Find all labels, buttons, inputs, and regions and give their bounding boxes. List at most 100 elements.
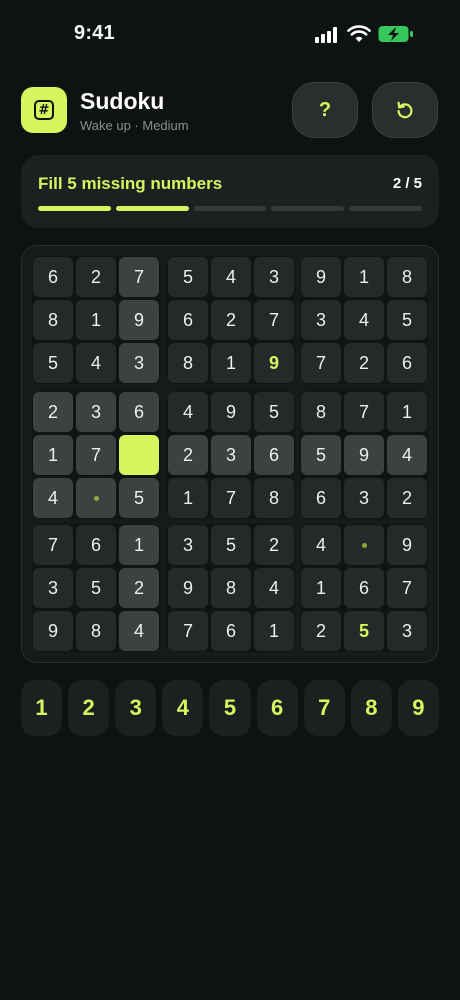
board-cell[interactable]: 8 bbox=[301, 392, 341, 432]
board-cell[interactable]: 6 bbox=[344, 568, 384, 608]
board-cell[interactable]: 6 bbox=[119, 392, 159, 432]
board-cell[interactable]: 9 bbox=[344, 435, 384, 475]
board-cell[interactable]: 1 bbox=[211, 343, 251, 383]
board-cell[interactable]: 5 bbox=[387, 300, 427, 340]
board-cell[interactable]: 7 bbox=[254, 300, 294, 340]
board-cell[interactable]: 2 bbox=[168, 435, 208, 475]
progress-segment bbox=[193, 206, 267, 211]
reset-button[interactable] bbox=[372, 82, 438, 138]
board-cell[interactable]: 2 bbox=[33, 392, 73, 432]
board-cell[interactable]: 3 bbox=[301, 300, 341, 340]
board-cell[interactable]: 3 bbox=[254, 257, 294, 297]
board-cell[interactable]: 4 bbox=[33, 478, 73, 518]
board-cell[interactable]: 8 bbox=[76, 611, 116, 651]
board-cell[interactable]: 5 bbox=[119, 478, 159, 518]
board-cell[interactable]: 7 bbox=[119, 257, 159, 297]
board-cell[interactable]: 2 bbox=[119, 568, 159, 608]
board-cell[interactable]: 8 bbox=[254, 478, 294, 518]
board-cell[interactable]: 4 bbox=[76, 343, 116, 383]
board-box: 761 352 984 bbox=[32, 524, 160, 652]
board-cell[interactable]: 5 bbox=[211, 525, 251, 565]
board-cell[interactable]: 4 bbox=[119, 611, 159, 651]
hash-icon: # bbox=[34, 100, 54, 120]
board-cell[interactable]: 1 bbox=[301, 568, 341, 608]
board-cell[interactable]: 5 bbox=[33, 343, 73, 383]
board-cell[interactable]: 5 bbox=[76, 568, 116, 608]
board-cell[interactable]: 3 bbox=[119, 343, 159, 383]
board-cell[interactable]: 2 bbox=[344, 343, 384, 383]
board-cell[interactable]: 6 bbox=[168, 300, 208, 340]
board-cell[interactable]: 9 bbox=[301, 257, 341, 297]
board-cell[interactable]: 1 bbox=[254, 611, 294, 651]
board-cell[interactable]: 1 bbox=[33, 435, 73, 475]
board-cell[interactable]: 6 bbox=[33, 257, 73, 297]
board-cell[interactable]: 4 bbox=[211, 257, 251, 297]
board-cell[interactable]: 5 bbox=[301, 435, 341, 475]
board-cell[interactable]: 2 bbox=[211, 300, 251, 340]
number-key-7[interactable]: 7 bbox=[303, 680, 345, 736]
progress-segment bbox=[271, 206, 345, 211]
board-cell[interactable]: 9 bbox=[254, 343, 294, 383]
board-cell[interactable]: 2 bbox=[254, 525, 294, 565]
board-cell[interactable] bbox=[344, 525, 384, 565]
board-cell[interactable]: 1 bbox=[387, 392, 427, 432]
board-cell[interactable]: 6 bbox=[387, 343, 427, 383]
board-cell[interactable]: 2 bbox=[76, 257, 116, 297]
board-cell[interactable]: 3 bbox=[344, 478, 384, 518]
progress-label: Fill 5 missing numbers bbox=[38, 174, 223, 193]
board-cell[interactable]: 2 bbox=[301, 611, 341, 651]
board-cell[interactable]: 6 bbox=[301, 478, 341, 518]
board-cell[interactable]: 1 bbox=[119, 525, 159, 565]
board-cell[interactable]: 9 bbox=[33, 611, 73, 651]
board-cell[interactable]: 7 bbox=[33, 525, 73, 565]
number-key-5[interactable]: 5 bbox=[209, 680, 251, 736]
board-cell[interactable]: 5 bbox=[254, 392, 294, 432]
selected-cell[interactable] bbox=[119, 435, 159, 475]
board-cell[interactable]: 9 bbox=[387, 525, 427, 565]
board-cell[interactable] bbox=[76, 478, 116, 518]
board-box: 4 9 167 253 bbox=[300, 524, 428, 652]
board-cell[interactable]: 5 bbox=[344, 611, 384, 651]
board-cell[interactable]: 9 bbox=[119, 300, 159, 340]
board-cell[interactable]: 6 bbox=[254, 435, 294, 475]
board-cell[interactable]: 6 bbox=[76, 525, 116, 565]
board-cell[interactable]: 4 bbox=[254, 568, 294, 608]
board-cell[interactable]: 8 bbox=[33, 300, 73, 340]
board-cell[interactable]: 7 bbox=[301, 343, 341, 383]
board-cell[interactable]: 2 bbox=[387, 478, 427, 518]
board-cell[interactable]: 1 bbox=[344, 257, 384, 297]
board-cell[interactable]: 3 bbox=[387, 611, 427, 651]
board-cell[interactable]: 4 bbox=[168, 392, 208, 432]
board-cell[interactable]: 1 bbox=[168, 478, 208, 518]
board-cell[interactable]: 9 bbox=[168, 568, 208, 608]
board-cell[interactable]: 7 bbox=[211, 478, 251, 518]
number-key-8[interactable]: 8 bbox=[350, 680, 392, 736]
number-key-3[interactable]: 3 bbox=[115, 680, 157, 736]
board-cell[interactable]: 4 bbox=[344, 300, 384, 340]
board-cell[interactable]: 7 bbox=[168, 611, 208, 651]
board-cell[interactable]: 7 bbox=[387, 568, 427, 608]
board-cell[interactable]: 7 bbox=[344, 392, 384, 432]
number-key-9[interactable]: 9 bbox=[397, 680, 439, 736]
number-key-1[interactable]: 1 bbox=[21, 680, 63, 736]
board-cell[interactable]: 3 bbox=[211, 435, 251, 475]
help-button[interactable]: ? bbox=[292, 82, 358, 138]
board-cell[interactable]: 8 bbox=[211, 568, 251, 608]
board-cell[interactable]: 7 bbox=[76, 435, 116, 475]
board-cell[interactable]: 9 bbox=[211, 392, 251, 432]
board-cell[interactable]: 3 bbox=[168, 525, 208, 565]
board-cell[interactable]: 4 bbox=[301, 525, 341, 565]
board-cell[interactable]: 4 bbox=[387, 435, 427, 475]
number-key-2[interactable]: 2 bbox=[68, 680, 110, 736]
progress-segment bbox=[349, 206, 422, 211]
board-cell[interactable]: 6 bbox=[211, 611, 251, 651]
number-pad: 123456789 bbox=[21, 680, 439, 736]
board-cell[interactable]: 8 bbox=[168, 343, 208, 383]
board-cell[interactable]: 3 bbox=[76, 392, 116, 432]
board-cell[interactable]: 3 bbox=[33, 568, 73, 608]
board-cell[interactable]: 8 bbox=[387, 257, 427, 297]
number-key-6[interactable]: 6 bbox=[256, 680, 298, 736]
board-cell[interactable]: 1 bbox=[76, 300, 116, 340]
board-cell[interactable]: 5 bbox=[168, 257, 208, 297]
number-key-4[interactable]: 4 bbox=[162, 680, 204, 736]
